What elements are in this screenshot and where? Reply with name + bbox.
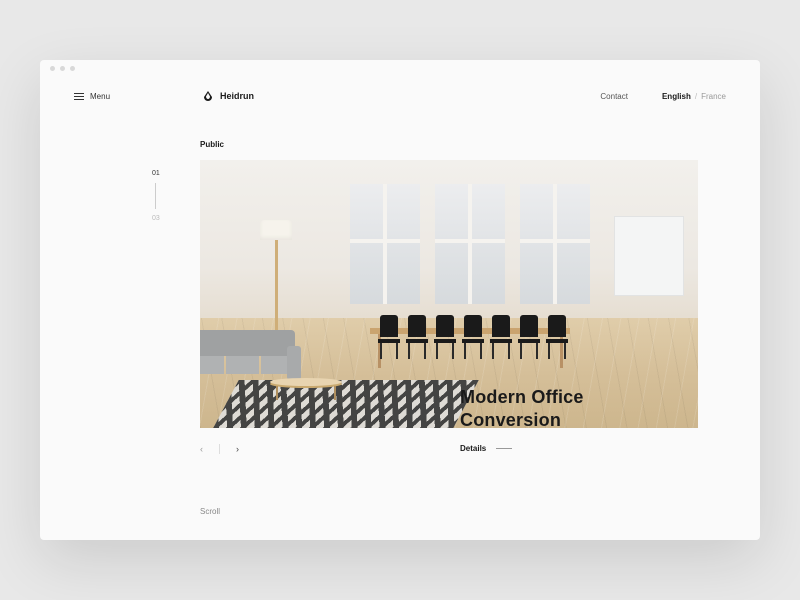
whiteboard-illustration xyxy=(614,216,684,296)
logo[interactable]: Heidrun xyxy=(202,90,254,102)
chair-illustration xyxy=(378,315,400,355)
chair-illustration xyxy=(462,315,484,355)
slide-arrows: ‹ › xyxy=(200,444,239,454)
pager-line xyxy=(155,183,156,209)
menu-button[interactable]: Menu xyxy=(74,92,110,101)
coffee-table-illustration xyxy=(270,378,342,386)
page: Menu Heidrun Contact English / France Pu… xyxy=(40,76,760,540)
rug-illustration xyxy=(213,380,479,428)
contact-link[interactable]: Contact xyxy=(600,92,628,101)
project-title: Modern Office Conversion xyxy=(460,386,584,433)
chair-illustration xyxy=(546,315,568,355)
header: Menu Heidrun Contact English / France xyxy=(40,76,760,112)
language-switcher: English / France xyxy=(662,92,726,101)
window-illustration xyxy=(520,184,590,304)
window-illustration xyxy=(435,184,505,304)
chair-illustration xyxy=(434,315,456,355)
window-control-max[interactable] xyxy=(70,66,75,71)
next-arrow[interactable]: › xyxy=(236,444,239,454)
details-label: Details xyxy=(460,444,486,453)
window-control-close[interactable] xyxy=(50,66,55,71)
prev-arrow[interactable]: ‹ xyxy=(200,444,203,454)
hamburger-icon xyxy=(74,93,84,100)
pager-total[interactable]: 03 xyxy=(152,215,160,222)
title-line-1: Modern Office xyxy=(460,386,584,409)
hero-image xyxy=(200,160,698,428)
lang-english[interactable]: English xyxy=(662,92,691,101)
browser-window: Menu Heidrun Contact English / France Pu… xyxy=(40,60,760,540)
lang-separator: / xyxy=(695,92,697,101)
category-label: Public xyxy=(200,140,224,149)
menu-label: Menu xyxy=(90,92,110,101)
logo-icon xyxy=(202,90,214,102)
window-illustration xyxy=(350,184,420,304)
pager-current[interactable]: 01 xyxy=(152,170,160,177)
window-control-min[interactable] xyxy=(60,66,65,71)
chair-illustration xyxy=(518,315,540,355)
lang-france[interactable]: France xyxy=(701,92,726,101)
header-right: Contact English / France xyxy=(600,92,726,101)
chair-illustration xyxy=(490,315,512,355)
chair-illustration xyxy=(406,315,428,355)
slide-pager: 01 03 xyxy=(152,170,160,222)
details-link[interactable]: Details xyxy=(460,444,512,453)
brand-name: Heidrun xyxy=(220,91,254,101)
sofa-illustration xyxy=(200,330,295,386)
browser-chrome xyxy=(40,60,760,76)
scroll-hint: Scroll xyxy=(200,507,220,516)
title-line-2: Conversion xyxy=(460,409,584,432)
dash-icon xyxy=(496,448,512,449)
arrow-separator xyxy=(219,444,220,454)
